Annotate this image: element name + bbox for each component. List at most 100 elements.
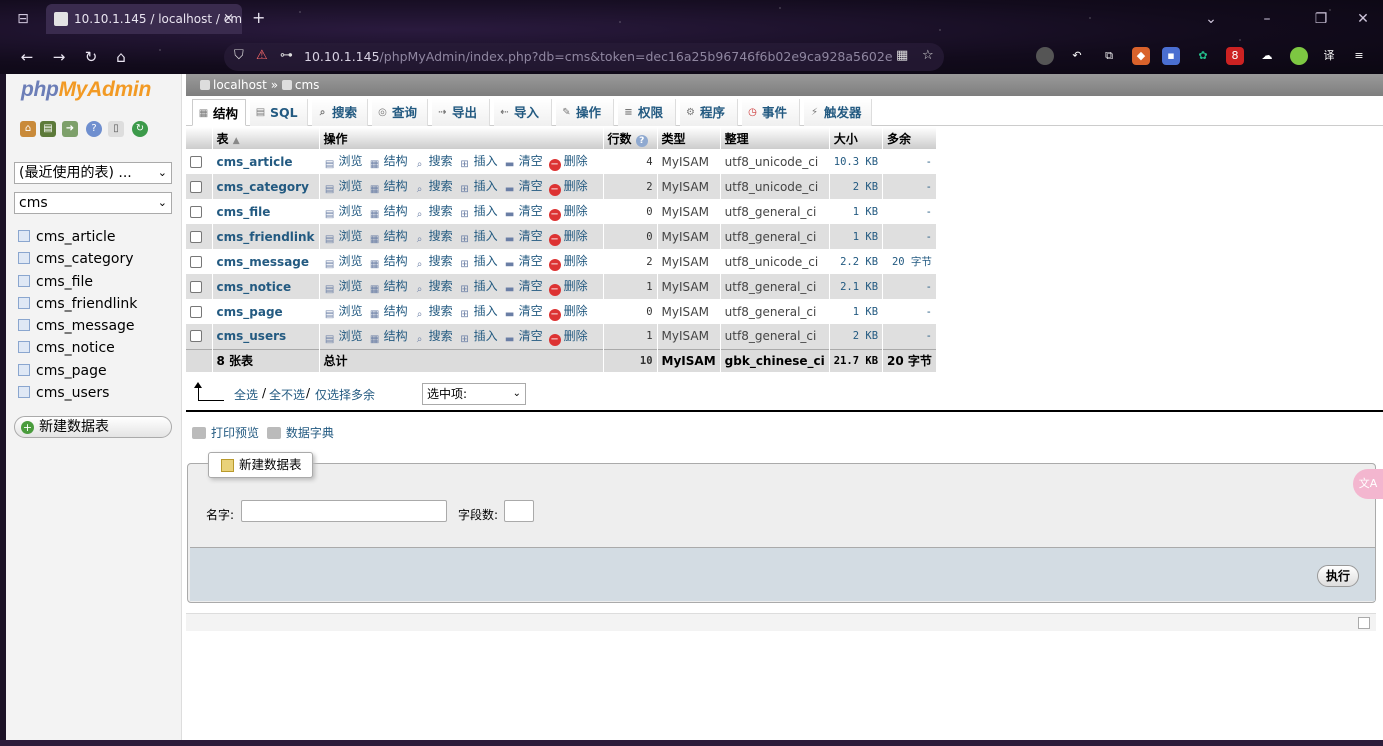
action-browse[interactable]: ▤ 浏览 xyxy=(324,304,363,320)
sidebar-table-label[interactable]: cms_notice xyxy=(36,340,115,356)
action-empty[interactable]: ▬ 清空 xyxy=(504,179,543,195)
check-overhead-link[interactable]: 仅选择多余 xyxy=(315,386,375,403)
table-name-link[interactable]: cms_article xyxy=(217,155,293,169)
extension-badge-icon[interactable]: 8 xyxy=(1226,47,1244,65)
row-size[interactable]: 2.2 KB xyxy=(829,249,884,274)
data-dictionary-link[interactable]: 数据字典 xyxy=(286,426,334,440)
console-toggle-icon[interactable] xyxy=(1358,617,1370,629)
undo-arrow-icon[interactable]: ↶ xyxy=(1068,47,1086,65)
table-icon[interactable] xyxy=(18,386,30,399)
sql-query-icon[interactable]: ▤ xyxy=(40,121,56,137)
translate-icon[interactable]: 译 xyxy=(1320,47,1338,65)
back-arrow-icon[interactable]: ← xyxy=(16,46,38,68)
table-icon[interactable] xyxy=(18,319,30,332)
with-selected-select[interactable]: 选中项: ⌄ xyxy=(422,383,526,405)
action-empty[interactable]: ▬ 清空 xyxy=(504,254,543,270)
logout-icon[interactable]: ➜ xyxy=(62,121,78,137)
address-bar[interactable]: ⛉ ⚠ ⊶ 10.10.1.145/phpMyAdmin/index.php?d… xyxy=(224,43,944,71)
tab-triggers[interactable]: ⚡ 触发器 xyxy=(804,99,872,126)
extension-green-icon[interactable] xyxy=(1290,47,1308,65)
action-browse[interactable]: ▤ 浏览 xyxy=(324,329,363,345)
phpmyadmin-logo[interactable]: phpMyAdmin xyxy=(21,78,151,102)
action-structure[interactable]: ▦ 结构 xyxy=(369,229,408,245)
action-drop[interactable]: − 删除 xyxy=(548,279,588,296)
action-empty[interactable]: ▬ 清空 xyxy=(504,154,543,170)
bookmark-star-icon[interactable]: ☆ xyxy=(922,48,934,63)
action-browse[interactable]: ▤ 浏览 xyxy=(324,229,363,245)
shield-icon[interactable]: ⛉ xyxy=(234,48,244,63)
table-name-input[interactable] xyxy=(241,500,447,522)
docs-icon[interactable]: ▯ xyxy=(108,121,124,137)
header-overhead[interactable]: 多余 xyxy=(882,127,937,149)
action-empty[interactable]: ▬ 清空 xyxy=(504,329,543,345)
table-name-link[interactable]: cms_file xyxy=(217,205,271,219)
extension-leaf-icon[interactable]: ✿ xyxy=(1194,47,1212,65)
qr-code-icon[interactable]: ▦ xyxy=(896,48,908,63)
table-name-link[interactable]: cms_category xyxy=(217,180,309,194)
table-name-link[interactable]: cms_page xyxy=(217,305,283,319)
minimize-icon[interactable]: – xyxy=(1256,8,1278,30)
new-tab-button[interactable]: + xyxy=(252,8,265,27)
table-icon[interactable] xyxy=(18,230,30,242)
action-structure[interactable]: ▦ 结构 xyxy=(369,179,408,195)
action-search[interactable]: ⌕ 搜索 xyxy=(414,279,453,295)
action-drop[interactable]: − 删除 xyxy=(548,229,588,246)
home-icon[interactable]: ⌂ xyxy=(110,46,132,68)
row-size[interactable]: 1 KB xyxy=(829,224,884,249)
tab-export[interactable]: ⇢ 导出 xyxy=(432,99,490,126)
row-checkbox[interactable] xyxy=(190,280,202,293)
close-window-icon[interactable]: ✕ xyxy=(1352,8,1374,30)
help-icon[interactable]: ? xyxy=(635,134,648,147)
go-button[interactable]: 执行 xyxy=(1316,565,1359,587)
action-search[interactable]: ⌕ 搜索 xyxy=(414,229,453,245)
row-checkbox[interactable] xyxy=(190,155,202,168)
uncheck-all-link[interactable]: 全不选 xyxy=(269,386,305,403)
sidebar-table-label[interactable]: cms_file xyxy=(36,274,93,290)
action-structure[interactable]: ▦ 结构 xyxy=(369,204,408,220)
sidebar-table-label[interactable]: cms_message xyxy=(36,318,135,334)
action-search[interactable]: ⌕ 搜索 xyxy=(414,154,453,170)
action-structure[interactable]: ▦ 结构 xyxy=(369,304,408,320)
row-checkbox[interactable] xyxy=(190,305,202,318)
action-empty[interactable]: ▬ 清空 xyxy=(504,304,543,320)
sidebar-table-item[interactable]: cms_notice xyxy=(18,337,137,359)
breadcrumb-server[interactable]: localhost xyxy=(213,78,267,92)
action-empty[interactable]: ▬ 清空 xyxy=(504,204,543,220)
sidebar-table-label[interactable]: cms_users xyxy=(36,385,109,401)
action-insert[interactable]: ⊞ 插入 xyxy=(459,304,497,320)
action-structure[interactable]: ▦ 结构 xyxy=(369,279,408,295)
extension-circle-icon[interactable] xyxy=(1036,47,1054,65)
table-name-link[interactable]: cms_notice xyxy=(217,280,292,294)
recent-tables-select[interactable]: (最近使用的表) ... ⌄ xyxy=(14,162,172,184)
row-checkbox[interactable] xyxy=(190,230,202,243)
action-drop[interactable]: − 删除 xyxy=(548,304,588,321)
tab-structure[interactable]: ▦ 结构 xyxy=(192,99,246,126)
table-name-link[interactable]: cms_message xyxy=(217,255,310,269)
header-type[interactable]: 类型 xyxy=(657,127,721,149)
action-browse[interactable]: ▤ 浏览 xyxy=(324,279,363,295)
row-size[interactable]: 1 KB xyxy=(829,199,884,224)
table-name-link[interactable]: cms_users xyxy=(217,329,287,343)
url-text[interactable]: 10.10.1.145/phpMyAdmin/index.php?db=cms&… xyxy=(304,49,893,64)
close-tab-icon[interactable]: × xyxy=(223,4,234,34)
num-fields-input[interactable] xyxy=(504,500,534,522)
menu-hamburger-icon[interactable]: ≡ xyxy=(1350,47,1368,65)
reload-icon[interactable]: ↻ xyxy=(80,46,102,68)
breadcrumb-database[interactable]: cms xyxy=(295,78,320,92)
sidebar-new-table-button[interactable]: + 新建数据表 xyxy=(14,416,172,438)
table-icon[interactable] xyxy=(18,363,30,376)
permissions-key-icon[interactable]: ⊶ xyxy=(280,48,293,63)
row-size[interactable]: 2.1 KB xyxy=(829,274,884,299)
tab-sql[interactable]: ▤ SQL xyxy=(250,99,308,126)
row-checkbox[interactable] xyxy=(190,205,202,218)
action-insert[interactable]: ⊞ 插入 xyxy=(459,154,497,170)
row-size[interactable]: 2 KB xyxy=(829,324,884,349)
sidebar-table-item[interactable]: cms_category xyxy=(18,248,137,270)
restore-icon[interactable]: ❐ xyxy=(1310,8,1332,30)
insecure-lock-icon[interactable]: ⚠ xyxy=(256,48,268,63)
print-view-link[interactable]: 打印预览 xyxy=(211,426,259,440)
tab-routines[interactable]: ⚙ 程序 xyxy=(680,99,738,126)
header-size[interactable]: 大小 xyxy=(829,127,884,149)
extensions-puzzle-icon[interactable]: ⧉ xyxy=(1100,47,1118,65)
action-search[interactable]: ⌕ 搜索 xyxy=(414,179,453,195)
